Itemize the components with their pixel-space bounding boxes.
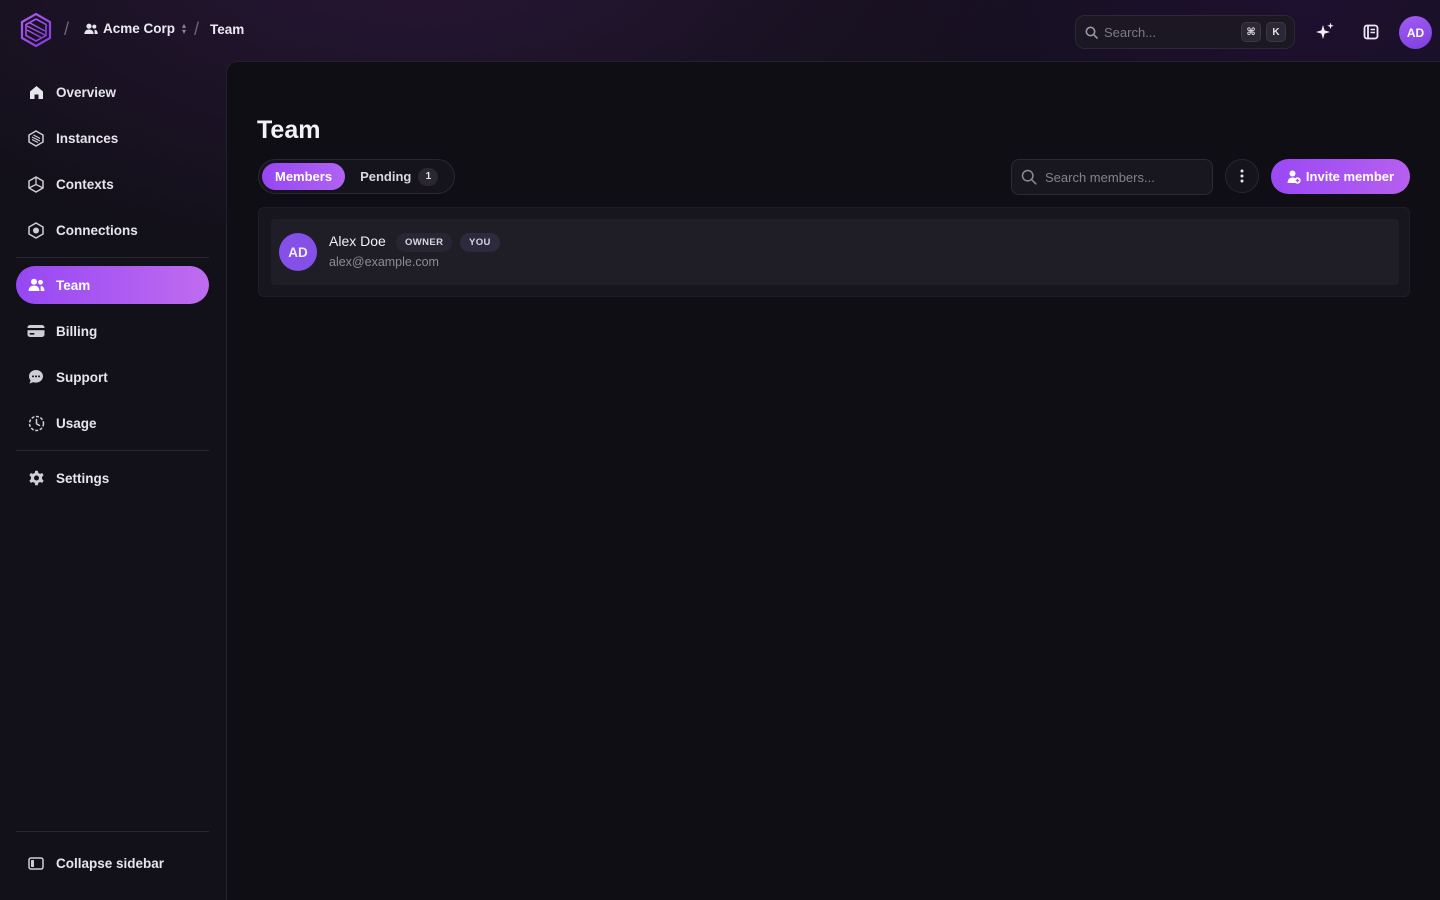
breadcrumb-current-page: Team [210,22,245,37]
user-plus-icon [1287,170,1301,184]
more-options-button[interactable] [1225,159,1259,193]
tab-label: Pending [360,169,412,184]
invite-member-label: Invite member [1305,169,1395,184]
sidebar: Overview Instances Contexts Connections … [0,62,226,900]
org-switcher[interactable]: Acme Corp ▴ ▾ [84,21,186,36]
page-title: Team [257,116,321,144]
docs-button[interactable] [1356,17,1386,47]
gear-icon [27,469,45,487]
member-tabs: Members Pending 1 [258,159,456,194]
users-icon [84,23,98,34]
search-icon [1085,26,1098,39]
book-icon [1363,24,1379,40]
global-search-input[interactable] [1104,24,1236,40]
top-bar: / Acme Corp ▴▾ / Team ⌘ K [0,0,1440,62]
member-avatar: AD [279,233,317,271]
sidebar-item-label: Team [56,277,91,293]
breadcrumb-separator: / [64,19,70,39]
sidebar-divider [16,450,209,451]
shortcut-key-k: K [1266,22,1286,42]
org-name: Acme Corp [103,21,176,36]
home-icon [27,83,45,101]
sparkles-icon [1316,22,1334,39]
global-search[interactable]: ⌘ K [1075,15,1295,49]
breadcrumb-separator: / [194,19,200,39]
sidebar-item-usage[interactable]: Usage [16,404,209,442]
member-name: Alex Doe [329,233,386,249]
sidebar-item-connections[interactable]: Connections [16,211,209,249]
connections-icon [27,221,45,239]
sidebar-item-team[interactable]: Team [16,266,209,304]
sidebar-divider [16,257,209,258]
sidebar-item-overview[interactable]: Overview [16,73,209,111]
invite-member-button[interactable]: Invite member [1271,159,1410,194]
member-email: alex@example.com [329,255,439,269]
sidebar-item-billing[interactable]: Billing [16,312,209,350]
pending-count-badge: 1 [418,167,439,186]
shortcut-key-cmd: ⌘ [1241,22,1261,42]
sidebar-item-instances[interactable]: Instances [16,119,209,157]
contexts-icon [27,175,45,193]
sidebar-item-support[interactable]: Support [16,358,209,396]
sidebar-item-label: Instances [56,130,119,146]
sidebar-item-label: Contexts [56,176,114,192]
team-icon [27,276,45,294]
sidebar-item-label: Overview [56,84,117,100]
member-search-input[interactable] [1045,169,1212,185]
sidebar-item-contexts[interactable]: Contexts [16,165,209,203]
sidebar-panel-icon [27,854,45,872]
sidebar-item-label: Billing [56,323,98,339]
tab-pending[interactable]: Pending 1 [347,163,451,190]
search-icon [1021,169,1037,185]
sidebar-item-label: Usage [56,415,97,431]
user-avatar-button[interactable]: AD [1399,16,1432,49]
collapse-sidebar-label: Collapse sidebar [56,855,165,871]
member-search[interactable] [1011,159,1213,195]
main-panel: Team Members Pending 1 Invite member [226,61,1440,900]
sidebar-item-label: Settings [56,470,110,486]
you-badge: YOU [460,233,500,252]
clock-icon [27,414,45,432]
sidebar-divider [16,831,209,832]
sidebar-item-settings[interactable]: Settings [16,459,209,497]
collapse-sidebar-button[interactable]: Collapse sidebar [16,844,209,882]
tab-members[interactable]: Members [262,163,346,190]
chevron-up-down-icon: ▴ ▾ [182,20,187,36]
tab-label: Members [275,169,333,184]
ai-assistant-button[interactable] [1310,17,1340,47]
chat-icon [27,368,45,386]
sidebar-item-label: Support [56,369,108,385]
more-vertical-icon [1240,169,1244,183]
members-list: AD Alex Doe OWNER YOU alex@example.com [258,207,1410,297]
member-row[interactable]: AD Alex Doe OWNER YOU alex@example.com [271,219,1399,285]
owner-badge: OWNER [396,233,453,252]
app-logo-icon[interactable] [20,13,52,47]
credit-card-icon [27,322,45,340]
sidebar-item-label: Connections [56,222,138,238]
instances-icon [27,129,45,147]
